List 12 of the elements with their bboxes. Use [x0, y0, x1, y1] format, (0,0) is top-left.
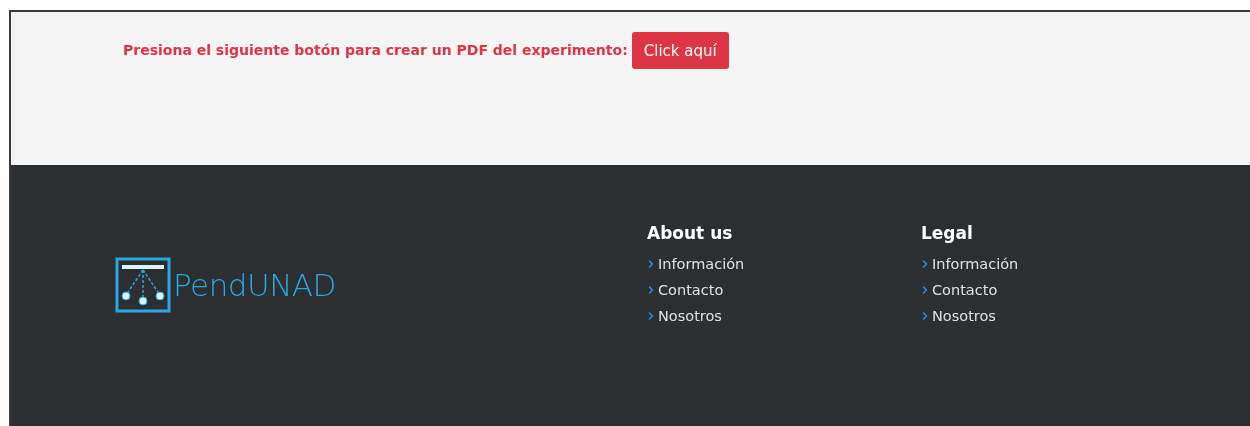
footer-link[interactable]: Información	[658, 256, 745, 272]
logo-text: PendUNAD	[173, 267, 336, 303]
pdf-prompt-text: Presiona el siguiente botón para crear un PDF del experimento:	[123, 42, 628, 58]
pendulum-logo-icon	[115, 257, 171, 313]
footer-column-title: About us	[647, 223, 734, 243]
footer-link[interactable]: Contacto	[932, 282, 998, 298]
footer-column-title: Legal	[921, 223, 974, 243]
footer-link[interactable]: Contacto	[658, 282, 724, 298]
footer-link[interactable]: Nosotros	[658, 308, 722, 324]
footer-link[interactable]: Nosotros	[932, 308, 996, 324]
click-here-button[interactable]: Click aquí	[631, 32, 729, 69]
footer-link[interactable]: Información	[932, 256, 1019, 272]
